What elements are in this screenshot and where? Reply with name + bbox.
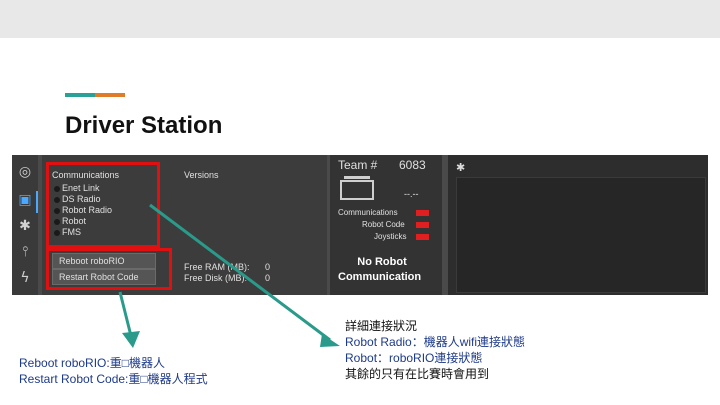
arrowhead-left xyxy=(122,331,140,348)
annotation-line: 其餘的只有在比賽時會用到 xyxy=(345,367,490,381)
arrow-to-communications xyxy=(149,203,331,342)
arrowhead-right xyxy=(320,334,340,347)
annotation-line: Robot：roboRIO連接狀態 xyxy=(345,351,483,365)
annotation-line: Reboot roboRIO:重□機器人 xyxy=(19,356,165,370)
annotation-line: Restart Robot Code:重□機器人程式 xyxy=(19,372,208,386)
buttons-annotation: Reboot roboRIO:重□機器人 Restart Robot Code:… xyxy=(19,355,208,387)
arrow-to-buttons xyxy=(118,291,133,337)
annotation-line: 詳細連接狀況 xyxy=(345,319,418,333)
annotation-line: Robot Radio：機器人wifi連接狀態 xyxy=(345,335,526,349)
communications-annotation: 詳細連接狀況 Robot Radio：機器人wifi連接狀態 Robot：rob… xyxy=(345,318,525,382)
